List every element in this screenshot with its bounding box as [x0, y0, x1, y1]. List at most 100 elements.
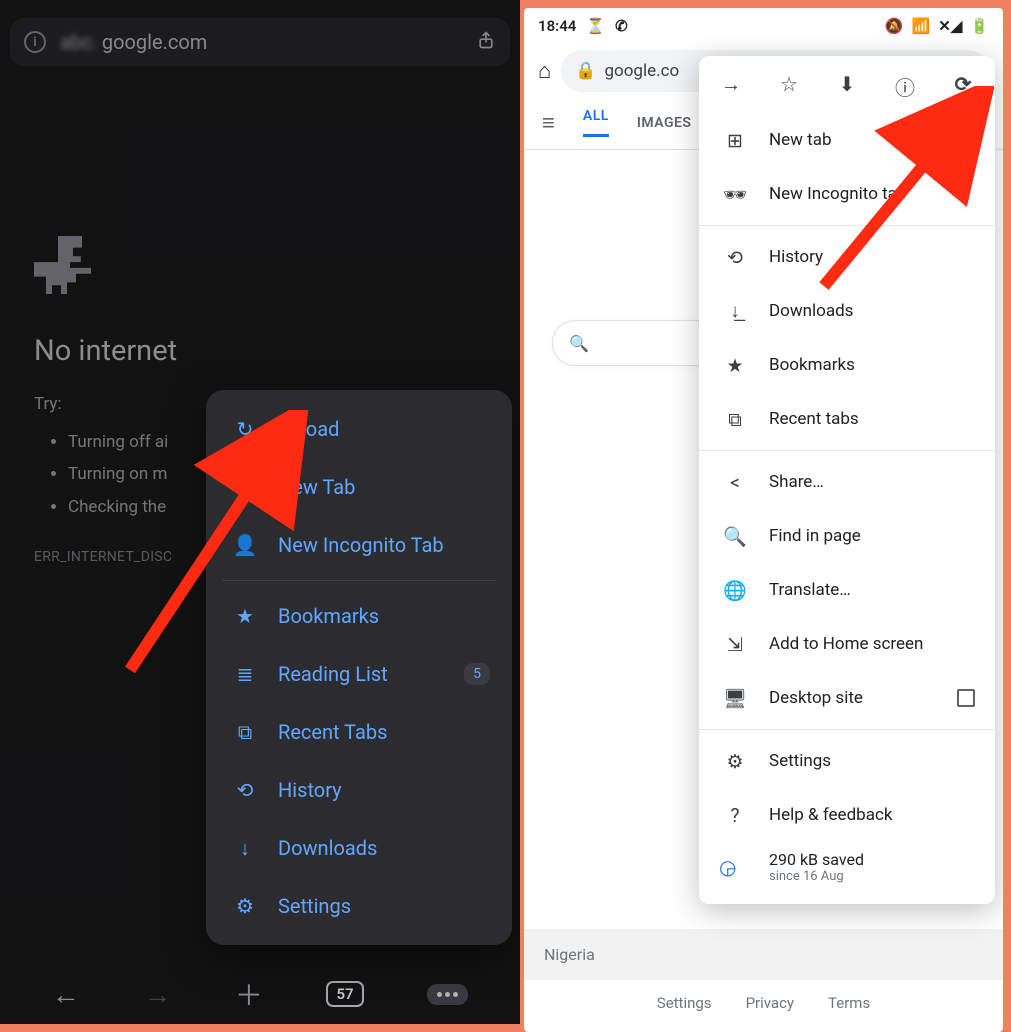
lock-icon: 🔒 — [575, 61, 596, 81]
info-icon: i — [24, 31, 46, 53]
menu-item-label: Settings — [278, 894, 351, 918]
reading-list-icon: ≣ — [228, 662, 262, 686]
tab-all[interactable]: ALL — [583, 108, 609, 137]
settings-icon: ⚙ — [228, 894, 262, 918]
tabs-count-button[interactable]: 57 — [326, 981, 363, 1007]
menu-item-reload[interactable]: ↻ Reload — [206, 400, 512, 458]
menu-item-label: New Tab — [278, 475, 355, 499]
menu-item-new-tab[interactable]: ＋ New Tab — [206, 458, 512, 516]
menu-item-share-[interactable]: <Share… — [699, 455, 995, 509]
hourglass-icon: ⏳ — [586, 17, 605, 35]
menu-divider — [222, 580, 496, 581]
footer-link[interactable]: Settings — [657, 994, 712, 1012]
wifi-icon: 📶 — [912, 17, 931, 35]
forward-button[interactable]: → — [143, 978, 171, 1011]
new-tab-icon: ＋ — [228, 473, 262, 502]
menu-item-settings[interactable]: ⚙ Settings — [206, 877, 512, 935]
new-tab-button[interactable]: ＋ — [235, 974, 263, 1014]
forward-icon[interactable]: → — [717, 72, 745, 101]
share-icon[interactable] — [476, 30, 496, 55]
menu-item-downloads[interactable]: ↓ Downloads — [206, 819, 512, 877]
whatsapp-icon: ✆ — [615, 17, 628, 35]
menu-item-settings[interactable]: ⚙ Settings — [699, 734, 995, 788]
menu-item-label: Help & feedback — [769, 805, 892, 825]
reload-icon: ↻ — [228, 417, 262, 441]
menu-item-new-incognito-tab[interactable]: 👤 New Incognito Tab — [206, 516, 512, 574]
bookmarks-icon: ★ — [719, 354, 751, 377]
menu-item-label: Desktop site — [769, 688, 863, 708]
battery-icon: 🔋 — [970, 17, 989, 35]
address-bar[interactable]: i abc. google.com — [10, 18, 510, 66]
home-button[interactable]: ⌂ — [538, 58, 551, 84]
menu-item-label: Recent tabs — [769, 409, 859, 429]
menu-item-desktop-site[interactable]: 🖥 Desktop site — [699, 671, 995, 725]
desktop-site-icon: 🖥 — [719, 687, 751, 710]
menu-item-find-in-page[interactable]: 🔍 Find in page — [699, 509, 995, 563]
menu-item-label: Add to Home screen — [769, 634, 923, 654]
menu-item-help-feedback[interactable]: ? Help & feedback — [699, 788, 995, 842]
footer-link[interactable]: Terms — [828, 994, 870, 1012]
menu-item-history[interactable]: ⟲History — [206, 761, 512, 819]
downloads-icon: ↓ — [228, 836, 262, 861]
menu-item-reading-list[interactable]: ≣ Reading List 5 — [206, 645, 512, 703]
menu-item-bookmarks[interactable]: ★Bookmarks — [206, 587, 512, 645]
menu-item-label: History — [769, 247, 823, 267]
status-time: 18:44 — [538, 17, 576, 35]
download-icon[interactable]: ⬇ — [833, 72, 861, 101]
help-feedback-icon: ? — [719, 804, 751, 827]
menu-top-row: → ☆ ⬇ ⓘ ⟳ — [699, 62, 995, 113]
info-icon[interactable]: ⓘ — [891, 72, 919, 101]
menu-item-add-to-home-screen[interactable]: ⇲ Add to Home screen — [699, 617, 995, 671]
footer-link[interactable]: Privacy — [746, 994, 794, 1012]
menu-item-label: Bookmarks — [769, 355, 855, 375]
menu-item-recent-tabs[interactable]: ⧉ Recent tabs — [699, 392, 995, 446]
menu-item-label: Downloads — [769, 301, 853, 321]
signal-icon: ✕◢ — [938, 17, 962, 35]
menu-item-label: Downloads — [278, 836, 377, 860]
star-icon[interactable]: ☆ — [775, 72, 803, 101]
checkbox[interactable] — [957, 689, 975, 707]
menu-item-downloads[interactable]: ↓̲ Downloads — [699, 284, 995, 338]
offline-heading: No internet — [34, 334, 486, 368]
downloads-icon: ↓̲ — [719, 299, 751, 323]
badge: 5 — [464, 663, 490, 685]
history-icon: ⟲ — [719, 246, 751, 269]
menu-item-label: Reading List — [278, 662, 388, 686]
menu-divider — [699, 450, 995, 451]
menu-item-recent-tabs[interactable]: ⧉ Recent Tabs — [206, 703, 512, 761]
url-blurred-sub: abc. — [56, 30, 102, 54]
url-host: google.com — [102, 30, 207, 54]
new-incognito-tab-icon: 👤 — [228, 533, 262, 557]
menu-item-bookmarks[interactable]: ★ Bookmarks — [699, 338, 995, 392]
menu-divider — [699, 225, 995, 226]
menu-item-label: New Incognito Tab — [278, 533, 444, 557]
menu-item-translate-[interactable]: 🌐Translate… — [699, 563, 995, 617]
right-android-panel: 18:44 ⏳ ✆ 🔕 📶 ✕◢ 🔋 ⌂ 🔒 google.co ≡ ALL I… — [524, 8, 1003, 1032]
menu-item-label: Find in page — [769, 526, 861, 546]
context-menu: ↻ Reload ＋ New Tab 👤 New Incognito Tab ★Bookma… — [206, 390, 512, 945]
menu-item-label: Translate… — [769, 580, 851, 600]
data-saver-icon: ◶ — [719, 855, 751, 879]
data-saved-item[interactable]: ◶ 290 kB saved since 16 Aug — [699, 842, 995, 894]
menu-item-label: Settings — [769, 751, 831, 771]
page-footer: Nigeria Settings Privacy Terms — [524, 929, 1003, 1032]
find-in-page-icon: 🔍 — [719, 525, 751, 548]
url-text: google.co — [604, 61, 679, 81]
back-button[interactable]: ← — [52, 978, 80, 1011]
recent-tabs-icon: ⧉ — [719, 408, 751, 431]
menu-item-history[interactable]: ⟲ History — [699, 230, 995, 284]
share--icon: < — [719, 471, 751, 494]
data-saved-line1: 290 kB saved — [769, 850, 864, 869]
settings-icon: ⚙ — [719, 750, 751, 773]
menu-item-new-incognito-tab[interactable]: 🕶New Incognito tab — [699, 167, 995, 221]
menu-item-new-tab[interactable]: ⊞New tab — [699, 113, 995, 167]
menu-item-label: Recent Tabs — [278, 720, 387, 744]
menu-item-label: Reload — [278, 417, 339, 441]
hamburger-icon[interactable]: ≡ — [542, 110, 555, 136]
tab-images[interactable]: IMAGES — [637, 115, 692, 131]
add-to-home-screen-icon: ⇲ — [719, 633, 751, 656]
recent-tabs-icon: ⧉ — [228, 720, 262, 744]
menu-item-label: New tab — [769, 130, 832, 150]
more-button[interactable] — [427, 984, 468, 1005]
reload-icon[interactable]: ⟳ — [949, 72, 977, 101]
